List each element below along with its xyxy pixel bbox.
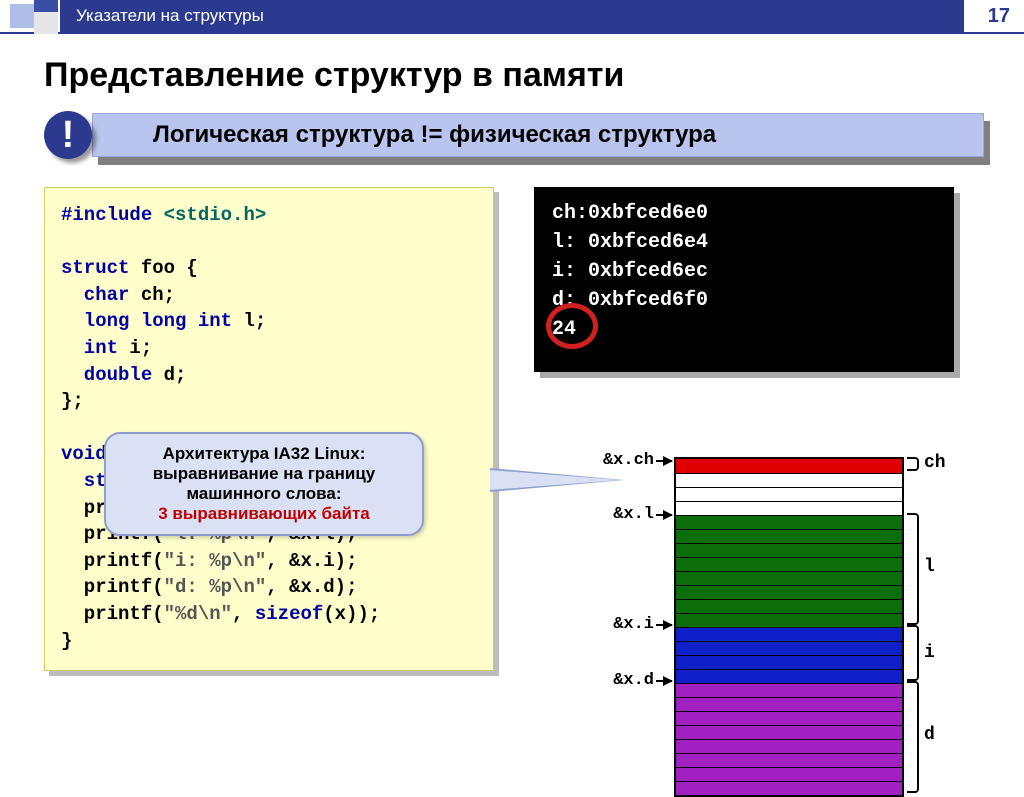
- field-label-d: d: [924, 725, 935, 745]
- memory-byte-row: [676, 669, 902, 683]
- arrow-icon: [656, 514, 672, 516]
- memory-byte-row: [676, 753, 902, 767]
- term-line: d: 0xbfced6f0: [552, 286, 936, 315]
- brace-icon: [907, 513, 919, 625]
- memory-byte-row: [676, 557, 902, 571]
- highlight-circle-icon: [546, 303, 598, 349]
- term-line: ch:0xbfced6e0: [552, 199, 936, 228]
- brace-icon: [907, 625, 919, 681]
- memory-byte-row: [676, 739, 902, 753]
- callout-line2: выравнивание на границу машинного слова:: [120, 464, 408, 504]
- memory-byte-row: [676, 613, 902, 627]
- page-number: 17: [964, 0, 1024, 32]
- arrow-icon: [656, 680, 672, 682]
- field-label-i: i: [924, 643, 935, 663]
- arrow-icon: [656, 460, 672, 462]
- memory-byte-row: [676, 711, 902, 725]
- field-label-l: l: [924, 557, 935, 577]
- breadcrumb: Указатели на структуры: [60, 0, 964, 32]
- arrow-icon: [656, 624, 672, 626]
- memory-byte-row: [676, 655, 902, 669]
- code-listing: #include <stdio.h> struct foo { char ch;…: [44, 187, 494, 671]
- top-bar: Указатели на структуры 17: [0, 0, 1024, 34]
- term-line: l: 0xbfced6e4: [552, 228, 936, 257]
- ptr-label-l: &x.l: [544, 505, 654, 524]
- memory-byte-row: [676, 725, 902, 739]
- callout-line1: Архитектура IA32 Linux:: [120, 444, 408, 464]
- memory-byte-row: [676, 543, 902, 557]
- memory-byte-row: [676, 501, 902, 515]
- page-title: Представление структур в памяти: [44, 56, 1024, 95]
- memory-byte-row: [676, 515, 902, 529]
- term-line: 24: [552, 315, 936, 344]
- memory-byte-row: [676, 627, 902, 641]
- memory-byte-row: [676, 697, 902, 711]
- memory-byte-row: [676, 585, 902, 599]
- callout-band: Логическая структура != физическая струк…: [44, 113, 984, 165]
- terminal-output: ch:0xbfced6e0 l: 0xbfced6e4 i: 0xbfced6e…: [534, 187, 954, 372]
- memory-byte-row: [676, 781, 902, 795]
- memory-byte-row: [676, 641, 902, 655]
- memory-byte-row: [676, 767, 902, 781]
- brace-icon: [907, 457, 919, 471]
- alignment-callout: Архитектура IA32 Linux: выравнивание на …: [104, 432, 424, 536]
- exclaim-icon: !: [44, 111, 92, 159]
- term-line: i: 0xbfced6ec: [552, 257, 936, 286]
- memory-byte-row: [676, 473, 902, 487]
- memory-byte-row: [676, 683, 902, 697]
- field-label-ch: ch: [924, 453, 946, 473]
- memory-byte-row: [676, 571, 902, 585]
- ptr-label-i: &x.i: [544, 615, 654, 634]
- brace-icon: [907, 681, 919, 793]
- memory-byte-row: [676, 459, 902, 473]
- ptr-label-d: &x.d: [544, 671, 654, 690]
- memory-byte-row: [676, 599, 902, 613]
- band-text: Логическая структура != физическая струк…: [92, 113, 984, 157]
- memory-stack: [674, 457, 904, 797]
- logo-decor: [0, 0, 60, 32]
- callout-line3: 3 выравнивающих байта: [120, 504, 408, 524]
- memory-byte-row: [676, 529, 902, 543]
- memory-byte-row: [676, 487, 902, 501]
